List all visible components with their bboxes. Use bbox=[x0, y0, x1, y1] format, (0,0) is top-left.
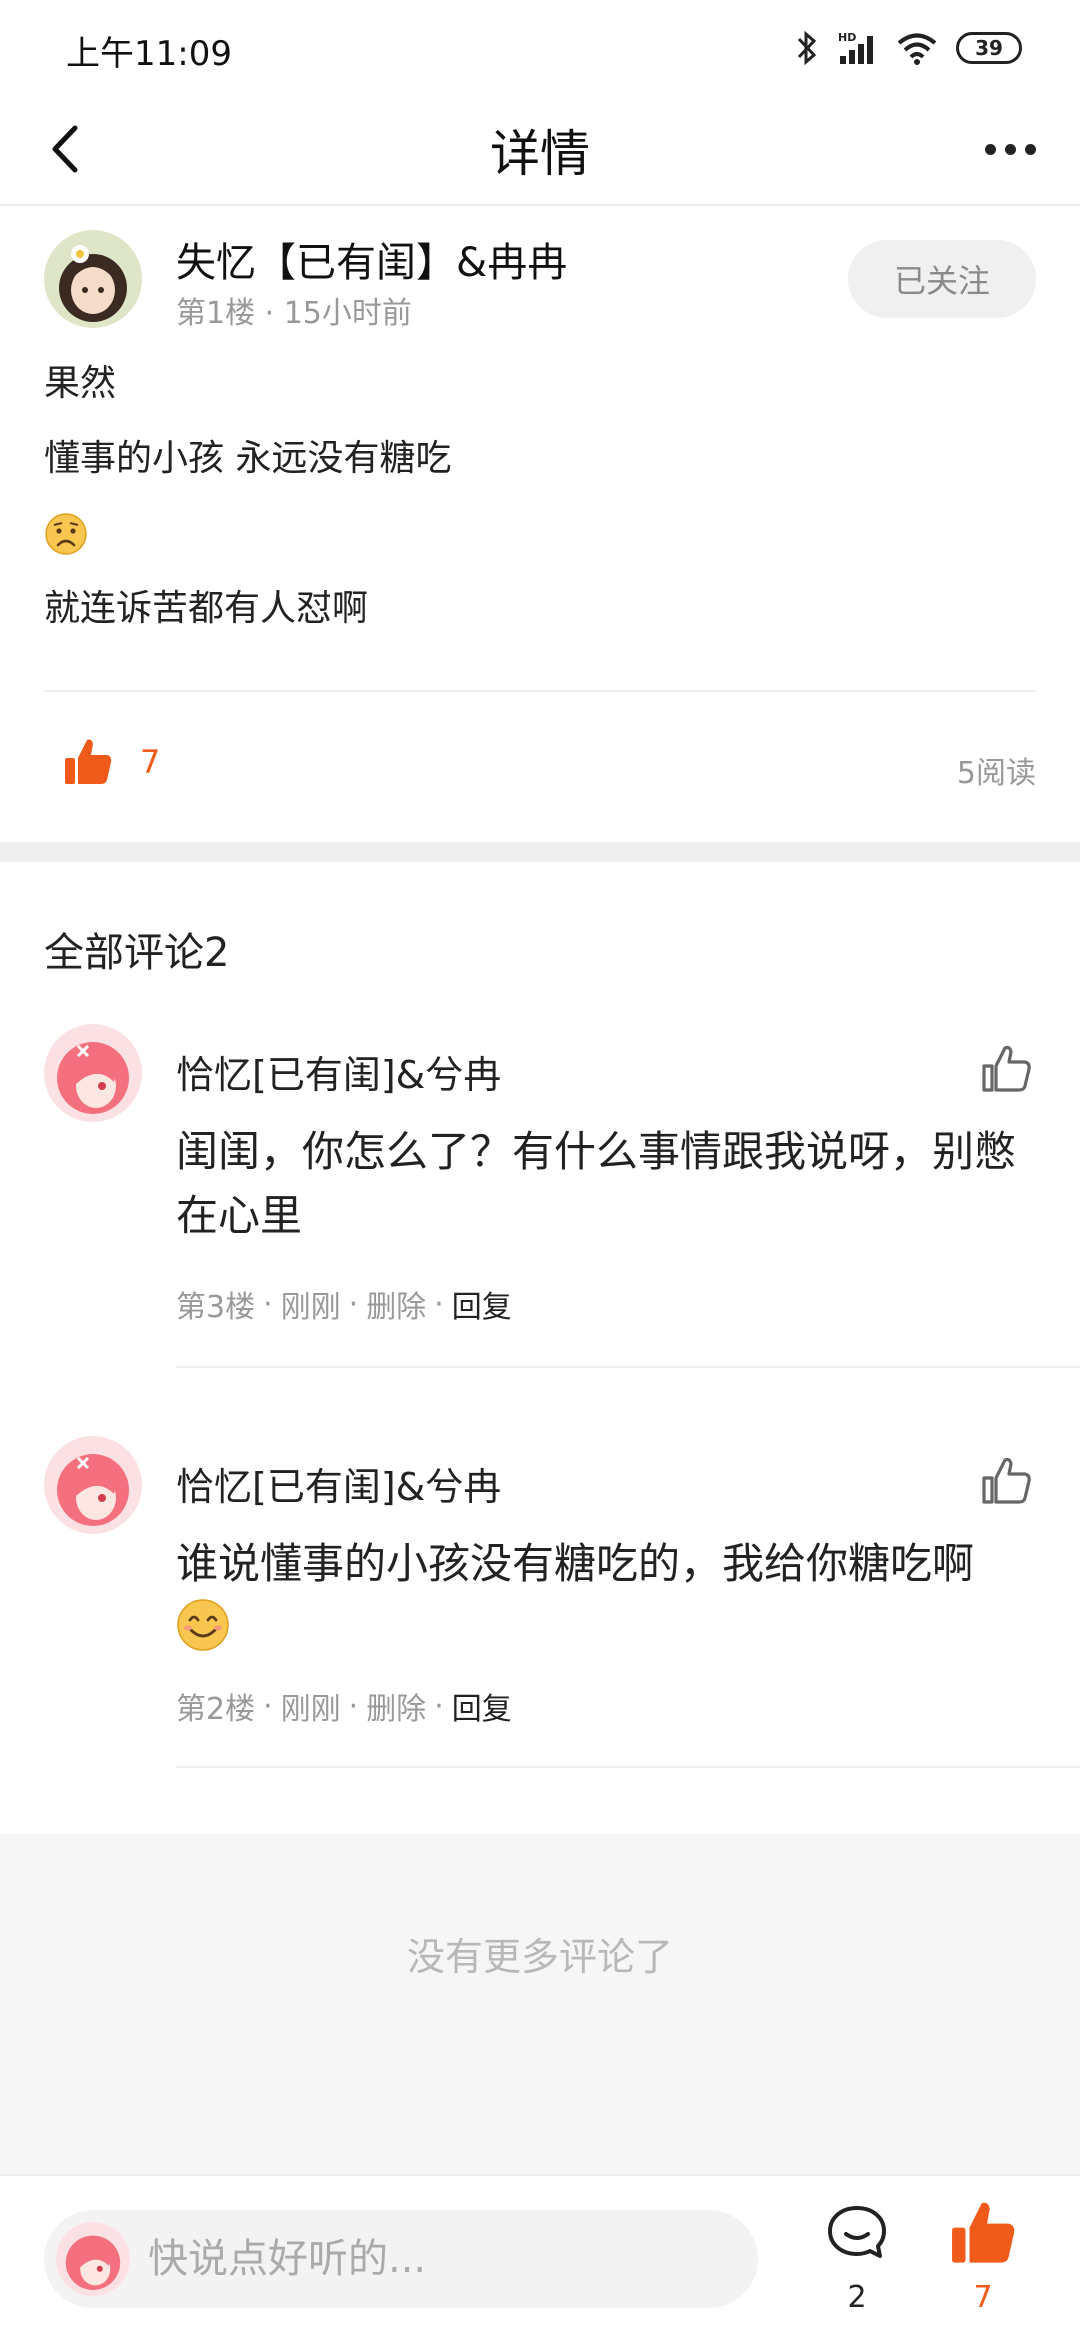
more-dot-icon bbox=[1024, 143, 1036, 155]
comment-count-button[interactable]: 2 bbox=[822, 2198, 892, 2318]
post-text-line: 果然 bbox=[44, 363, 117, 404]
post-text-line: 就连诉苦都有人怼啊 bbox=[44, 588, 369, 629]
follow-button[interactable]: 已关注 bbox=[848, 240, 1036, 318]
more-button[interactable] bbox=[970, 114, 1050, 184]
nav-bar: 详情 bbox=[0, 90, 1080, 206]
comment-item: 恰忆[已有闺]&兮冉 闺闺，你怎么了？有什么事情跟我说呀，别憋在心里 第3楼 ·… bbox=[0, 1024, 1080, 1370]
worried-face-icon bbox=[45, 512, 87, 555]
comments-title: 全部评论2 bbox=[44, 930, 230, 976]
post-text-line: 懂事的小孩 永远没有糖吃 bbox=[44, 438, 452, 479]
comment-count: 2 bbox=[847, 2280, 867, 2315]
post-author-avatar[interactable] bbox=[44, 230, 142, 328]
comment-divider bbox=[176, 1366, 1080, 1368]
no-more-text: 没有更多评论了 bbox=[406, 1935, 673, 1979]
post-author-name[interactable]: 失忆【已有闺】&冉冉 bbox=[176, 230, 567, 288]
meta-separator: · bbox=[434, 1286, 444, 1322]
comment-avatar[interactable] bbox=[44, 1024, 142, 1122]
comment-meta: 第2楼 · 刚刚 · 删除 · 回复 bbox=[176, 1684, 512, 1728]
battery-indicator: 39 bbox=[956, 32, 1022, 64]
svg-text:HD: HD bbox=[838, 31, 856, 44]
post-like-count: 7 bbox=[140, 743, 161, 781]
like-count: 7 bbox=[973, 2280, 993, 2315]
comment-item: 恰忆[已有闺]&兮冉 谁说懂事的小孩没有糖吃的，我给你糖吃啊 第2楼 · 刚刚 … bbox=[0, 1436, 1080, 1770]
post-like-button[interactable]: 7 bbox=[62, 736, 160, 788]
delete-link[interactable]: 删除 bbox=[366, 1684, 426, 1728]
comment-input-box[interactable] bbox=[44, 2210, 758, 2308]
signal-icon: HD bbox=[838, 31, 873, 64]
status-bar: 上午11:09 HD 39 bbox=[0, 0, 1080, 90]
meta-separator: · bbox=[348, 1286, 359, 1322]
comment-text-content: 谁说懂事的小孩没有糖吃的，我给你糖吃啊 bbox=[176, 1539, 975, 1588]
comment-bubble-icon bbox=[828, 2206, 886, 2258]
no-more-section: 没有更多评论了 bbox=[0, 1834, 1080, 2174]
comment-divider bbox=[176, 1766, 1080, 1768]
meta-separator: · bbox=[263, 1688, 273, 1724]
comment-author[interactable]: 恰忆[已有闺]&兮冉 bbox=[176, 1456, 501, 1511]
post-card: 失忆【已有闺】&冉冉 第1楼 · 15小时前 已关注 果然 懂事的小孩 永远没有… bbox=[0, 206, 1080, 842]
bottom-like-button[interactable]: 7 bbox=[948, 2198, 1018, 2318]
comment-floor: 第2楼 bbox=[176, 1692, 256, 1727]
meta-separator: · bbox=[263, 1286, 273, 1322]
comment-input[interactable] bbox=[148, 2210, 728, 2308]
comment-time: 刚刚 bbox=[280, 1692, 341, 1727]
thumbs-up-outline-icon[interactable] bbox=[976, 1038, 1036, 1098]
comment-time: 刚刚 bbox=[280, 1290, 341, 1325]
detail-page: 上午11:09 HD 39 详情 失忆【已有闺】&冉冉 第1楼 · 15小时前 … bbox=[0, 0, 1080, 2340]
meta-separator: · bbox=[434, 1688, 444, 1724]
comment-author[interactable]: 恰忆[已有闺]&兮冉 bbox=[176, 1044, 501, 1099]
my-avatar bbox=[56, 2222, 130, 2296]
bottom-bar: 2 7 bbox=[0, 2174, 1080, 2340]
post-emoji bbox=[44, 496, 1034, 571]
page-title: 详情 bbox=[490, 125, 590, 183]
status-icons: HD 39 bbox=[796, 26, 1022, 70]
wifi-icon bbox=[897, 33, 937, 65]
delete-link[interactable]: 删除 bbox=[366, 1282, 426, 1326]
bluetooth-icon bbox=[797, 30, 817, 66]
read-count: 5阅读 bbox=[956, 756, 1036, 791]
comment-floor: 第3楼 bbox=[176, 1290, 256, 1325]
post-body: 果然 懂事的小孩 永远没有糖吃 就连诉苦都有人怼啊 bbox=[44, 346, 1034, 646]
comment-avatar[interactable] bbox=[44, 1436, 142, 1534]
thumbs-up-filled-icon bbox=[952, 2202, 1015, 2263]
more-dot-icon bbox=[1004, 143, 1016, 155]
more-dot-icon bbox=[984, 143, 996, 155]
thumbs-up-outline-icon[interactable] bbox=[976, 1450, 1036, 1510]
smiling-face-icon bbox=[177, 1599, 229, 1651]
comment-meta: 第3楼 · 刚刚 · 删除 · 回复 bbox=[176, 1282, 512, 1326]
reply-link[interactable]: 回复 bbox=[452, 1684, 512, 1728]
post-meta: 第1楼 · 15小时前 bbox=[176, 296, 412, 331]
status-time: 上午11:09 bbox=[66, 34, 232, 74]
section-divider bbox=[0, 842, 1080, 862]
reply-link[interactable]: 回复 bbox=[452, 1282, 512, 1326]
thumbs-up-filled-icon bbox=[65, 739, 112, 784]
post-divider bbox=[44, 690, 1036, 692]
meta-separator: · bbox=[348, 1688, 359, 1724]
comment-text: 闺闺，你怎么了？有什么事情跟我说呀，别憋在心里 bbox=[176, 1127, 1017, 1240]
comment-text: 谁说懂事的小孩没有糖吃的，我给你糖吃啊 bbox=[176, 1532, 1036, 1670]
